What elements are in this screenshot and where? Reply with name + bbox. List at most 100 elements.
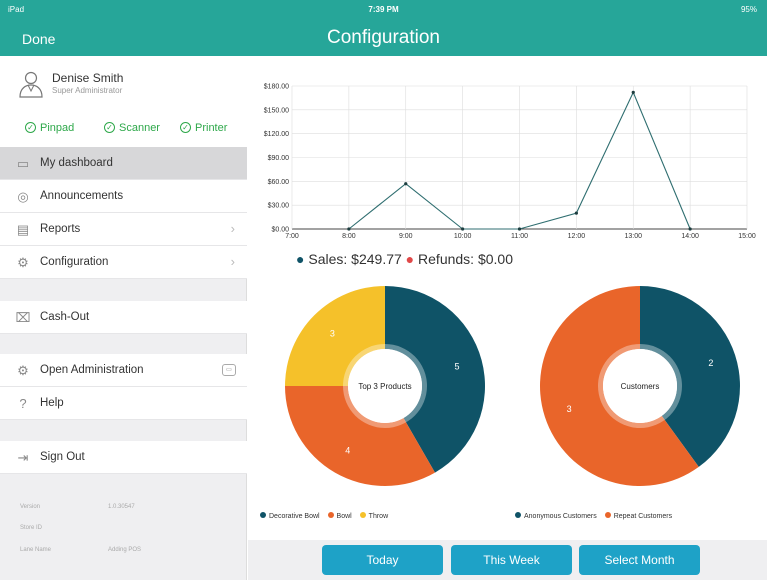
- sidebar-item-label: Reports: [40, 223, 81, 235]
- sidebar-item-label: Open Administration: [40, 364, 144, 376]
- legend-dot-icon: [260, 512, 266, 518]
- select-month-button[interactable]: Select Month: [579, 545, 700, 575]
- x-tick-label: 11:00: [511, 233, 528, 240]
- data-point: [461, 227, 465, 231]
- sidebar-item-cashout[interactable]: ⌧ Cash-Out: [0, 301, 247, 334]
- slice-value-label: 2: [708, 358, 713, 368]
- products-legend: Decorative Bowl Bowl Throw: [260, 512, 394, 520]
- lane-value: Adding POS: [108, 547, 142, 553]
- announcement-icon: ◎: [17, 189, 29, 204]
- x-tick-label: 7:00: [285, 233, 299, 240]
- legend-label: Bowl: [336, 513, 352, 520]
- x-tick-label: 9:00: [399, 233, 413, 240]
- y-tick-label: $60.00: [268, 179, 290, 186]
- legend-item: Decorative Bowl: [260, 512, 320, 520]
- y-tick-label: $30.00: [268, 203, 290, 210]
- slice-value-label: 4: [345, 446, 350, 456]
- data-point: [347, 227, 351, 231]
- data-point: [404, 182, 408, 186]
- check-icon: ✓: [180, 122, 191, 133]
- check-icon: ✓: [25, 122, 36, 133]
- legend-label: Throw: [368, 513, 389, 520]
- gears-icon: ⚙: [17, 363, 29, 378]
- top-products-donut-chart: 5 4 3 Top 3 Products: [285, 286, 485, 486]
- customers-legend: Anonymous Customers Repeat Customers: [515, 512, 678, 520]
- legend-dot-icon: [327, 512, 334, 518]
- sidebar-item-label: Configuration: [40, 256, 109, 268]
- navigation-bar: iPad 7:39 PM 95% Done Configuration: [0, 0, 767, 56]
- status-battery: 95%: [740, 5, 757, 14]
- y-tick-label: $120.00: [264, 131, 289, 138]
- external-icon: ▭: [222, 364, 236, 376]
- legend-item: Throw: [359, 512, 389, 520]
- legend-item: Bowl: [327, 512, 352, 520]
- sidebar-item-label: My dashboard: [40, 157, 113, 169]
- y-tick-label: $150.00: [264, 107, 289, 114]
- cash-drawer-icon: ⌧: [15, 310, 31, 325]
- legend-dot-icon: [604, 512, 611, 518]
- sidebar-item-reports[interactable]: ▤ Reports ›: [0, 213, 247, 246]
- period-toolbar: Today This Week Select Month: [248, 540, 767, 580]
- sales-line-chart: $0.00$30.00$60.00$90.00$120.00$150.00$18…: [264, 84, 756, 241]
- check-icon: ✓: [104, 122, 115, 133]
- x-tick-label: 14:00: [681, 233, 699, 240]
- sidebar-item-open-administration[interactable]: ⚙ Open Administration ▭: [0, 354, 247, 387]
- today-button[interactable]: Today: [322, 545, 443, 575]
- legend-label: Repeat Customers: [613, 513, 673, 520]
- chevron-right-icon: ›: [230, 254, 235, 269]
- device-label: Scanner: [119, 122, 160, 134]
- this-week-button[interactable]: This Week: [451, 545, 572, 575]
- legend-dot-icon: [359, 512, 366, 518]
- slice-value-label: 3: [567, 404, 572, 414]
- sidebar-item-dashboard[interactable]: ▭ My dashboard: [0, 147, 247, 180]
- x-tick-label: 13:00: [624, 233, 642, 240]
- device-scanner: ✓ Scanner: [104, 122, 160, 134]
- x-tick-label: 12:00: [568, 233, 586, 240]
- lane-label: Lane Name: [20, 547, 52, 553]
- legend-dot-icon: [515, 512, 521, 518]
- sales-value: $249.77: [351, 251, 402, 267]
- device-label: Pinpad: [40, 122, 75, 134]
- dashboard-panel: $0.00 $30.00 $60.00 $90.00 $120.00 $150.00 $18…: [248, 56, 767, 540]
- data-point: [517, 227, 522, 231]
- version-value: 1.0.30547: [108, 504, 135, 510]
- sales-label: Sales:: [308, 251, 348, 267]
- y-tick-label: $180.00: [264, 84, 289, 91]
- legend-label: Decorative Bowl: [269, 513, 320, 520]
- sign-out-icon: ⇥: [17, 450, 29, 465]
- sidebar-item-label: Announcements: [40, 190, 124, 202]
- legend-item: Repeat Customers: [604, 512, 673, 520]
- device-label: Printer: [195, 122, 228, 134]
- gear-icon: ⚙: [17, 255, 29, 270]
- refunds-value: $0.00: [477, 251, 514, 267]
- x-tick-label: 8:00: [342, 233, 356, 240]
- data-point: [574, 211, 578, 215]
- dashboard-icon: ▭: [16, 156, 30, 171]
- sidebar-item-sign-out[interactable]: ⇥ Sign Out: [0, 441, 247, 474]
- user-avatar-icon: [19, 71, 43, 98]
- customers-donut-chart: 2 3 Customers: [539, 286, 740, 486]
- sidebar-item-label: Cash-Out: [40, 311, 90, 323]
- store-label: Store ID: [20, 525, 43, 531]
- sidebar: Denise Smith Super Administrator ✓ Pinpad…: [0, 56, 247, 580]
- donut-center-label: Customers: [621, 382, 660, 391]
- data-point: [631, 90, 635, 94]
- data-point: [688, 227, 692, 231]
- user-name: Denise Smith: [52, 71, 124, 85]
- y-tick-label: $90.00: [268, 155, 290, 162]
- slice-value-label: 5: [454, 362, 459, 372]
- sidebar-item-announcements[interactable]: ◎ Announcements: [0, 180, 247, 213]
- page-title: Configuration: [326, 27, 441, 48]
- sidebar-item-label: Help: [40, 397, 64, 409]
- help-icon: ?: [19, 396, 27, 411]
- refunds-label: Refunds:: [418, 251, 475, 267]
- legend-label: Anonymous Customers: [524, 513, 597, 520]
- donut-center-label: Top 3 Products: [358, 382, 411, 391]
- refunds-dot-icon: ●: [405, 251, 415, 267]
- report-icon: ▤: [16, 222, 30, 237]
- device-status-row: ✓ Pinpad ✓ Scanner ✓ Printer: [0, 122, 247, 138]
- device-pinpad: ✓ Pinpad: [25, 122, 74, 134]
- sidebar-item-help[interactable]: ? Help: [0, 387, 247, 420]
- sidebar-item-configuration[interactable]: ⚙ Configuration ›: [0, 246, 247, 279]
- sales-dot-icon: ●: [296, 251, 305, 267]
